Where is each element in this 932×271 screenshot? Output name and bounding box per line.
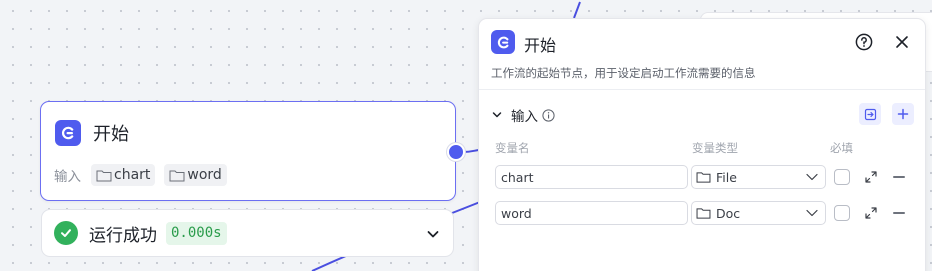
start-node-header: 开始 (55, 120, 129, 146)
workflow-canvas[interactable]: 开始 输入 chart word 运行成功 0.000s 开始 工作流的起始节点… (0, 0, 932, 271)
run-time-badge: 0.000s (166, 221, 227, 245)
info-icon[interactable] (542, 108, 555, 122)
expand-icon[interactable] (864, 170, 878, 184)
inputs-section-title: 输入 (511, 109, 538, 125)
output-handle[interactable] (447, 143, 465, 161)
expand-icon[interactable] (864, 206, 878, 220)
import-variables-button[interactable] (859, 103, 881, 125)
variable-type-select[interactable]: File (691, 165, 826, 189)
edge-upper (573, 1, 581, 19)
variable-type-value: File (716, 169, 737, 185)
column-header-type: 变量类型 (692, 141, 738, 155)
variable-name-input[interactable]: chart (495, 165, 688, 189)
import-icon (864, 108, 876, 120)
run-status-text: 运行成功 (89, 225, 157, 246)
start-node-title: 开始 (93, 124, 129, 145)
input-chip: chart (91, 164, 156, 186)
required-checkbox[interactable] (834, 205, 850, 221)
check-circle-icon (54, 221, 78, 245)
chevron-down-icon[interactable] (425, 226, 441, 242)
inputs-section-header[interactable]: 输入 (491, 105, 555, 125)
start-node-inputs: 输入 chart word (54, 164, 236, 186)
column-header-name: 变量名 (495, 141, 530, 155)
folder-icon (696, 208, 711, 219)
start-logo-icon (55, 120, 81, 146)
plus-icon (897, 108, 909, 120)
close-icon[interactable] (893, 33, 911, 51)
column-header-required: 必填 (830, 141, 853, 155)
folder-icon (696, 172, 711, 183)
start-logo-icon (491, 30, 515, 54)
add-variable-button[interactable] (892, 103, 914, 125)
required-checkbox[interactable] (834, 169, 850, 185)
variable-name-input[interactable]: word (495, 201, 688, 225)
chevron-down-icon (806, 209, 818, 217)
input-chip: word (164, 164, 227, 186)
variable-type-value: Doc (716, 205, 741, 221)
run-status-bar[interactable]: 运行成功 0.000s (41, 209, 454, 257)
chevron-down-icon[interactable] (491, 109, 503, 121)
folder-icon (169, 170, 185, 181)
input-chip-label: word (187, 167, 222, 183)
remove-variable-button[interactable] (893, 176, 905, 178)
folder-icon (96, 170, 112, 181)
input-chip-label: chart (114, 167, 151, 183)
inputs-label: 输入 (54, 169, 81, 185)
node-config-panel: 开始 工作流的起始节点，用于设定启动工作流需要的信息 输入 变量名 变量类型 必… (478, 18, 926, 271)
remove-variable-button[interactable] (893, 212, 905, 214)
panel-description: 工作流的起始节点，用于设定启动工作流需要的信息 (491, 66, 756, 80)
panel-divider (479, 89, 925, 90)
chevron-down-icon (806, 173, 818, 181)
panel-title: 开始 (524, 36, 557, 55)
start-node[interactable]: 开始 输入 chart word (40, 101, 456, 201)
variable-type-select[interactable]: Doc (691, 201, 826, 225)
help-circle-icon[interactable] (855, 33, 873, 51)
